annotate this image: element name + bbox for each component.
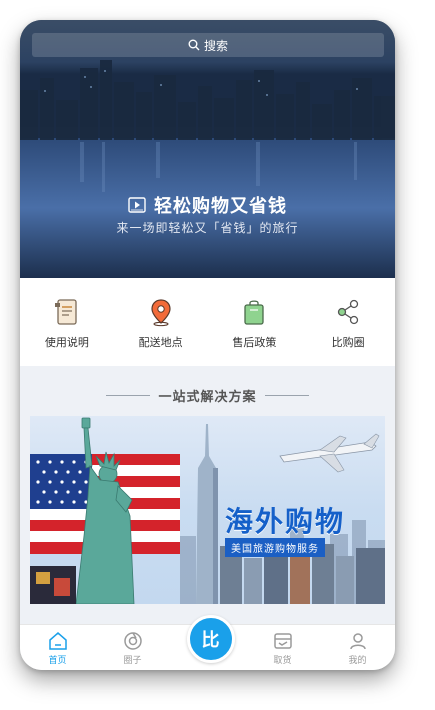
tab-label: 取货 xyxy=(273,656,292,666)
tab-label: 我的 xyxy=(348,656,367,666)
divider-line xyxy=(264,395,309,396)
tab-pickup[interactable]: 取货 xyxy=(253,625,313,666)
banner-title: 海外购物 xyxy=(225,505,346,538)
home-icon xyxy=(48,632,67,650)
document-icon xyxy=(54,299,77,325)
banner-subtitle: 美国旅游购物服务 xyxy=(225,538,325,557)
quick-nav-label: 使用说明 xyxy=(44,336,89,349)
bottom-tab-bar: 首页 圈子 比 取货 我的 xyxy=(20,615,395,670)
section-title: 一站式解决方案 xyxy=(20,386,395,405)
tab-profile[interactable]: 我的 xyxy=(328,625,388,666)
hero-subtitle: 来一场即轻松又「省钱」的旅行 xyxy=(116,221,299,235)
shopping-bag-icon xyxy=(244,300,265,325)
center-logo-icon: 比 xyxy=(201,630,220,651)
overseas-shopping-banner[interactable]: 海外购物 美国旅游购物服务 xyxy=(30,416,385,604)
solutions-section: 一站式解决方案 海外购物 美国旅游购物服务 xyxy=(20,366,395,624)
tab-home[interactable]: 首页 xyxy=(28,625,88,666)
quick-nav-label: 配送地点 xyxy=(138,336,183,349)
divider-line xyxy=(106,395,151,396)
tab-label: 首页 xyxy=(48,656,67,666)
pickup-icon xyxy=(273,633,292,649)
quick-nav-label: 比购圈 xyxy=(331,336,365,349)
hero-banner[interactable]: 搜索 轻松购物又省钱 来一场即轻松又「省钱」的旅行 xyxy=(20,20,395,278)
search-icon xyxy=(188,39,200,51)
city-skyline-image xyxy=(20,20,395,278)
quick-nav-item-delivery[interactable]: 配送地点 xyxy=(116,278,206,350)
hero-title-text: 轻松购物又省钱 xyxy=(154,196,287,217)
quick-nav-item-instructions[interactable]: 使用说明 xyxy=(22,278,112,350)
video-icon[interactable] xyxy=(128,197,146,213)
tab-circle[interactable]: 圈子 xyxy=(103,625,163,666)
search-bar[interactable]: 搜索 xyxy=(32,33,384,57)
circle-icon xyxy=(123,632,142,650)
tab-label: 圈子 xyxy=(123,656,142,666)
profile-icon xyxy=(349,633,366,650)
location-pin-icon xyxy=(151,299,171,327)
section-title-text: 一站式解决方案 xyxy=(158,390,257,405)
quick-nav-item-after-sales[interactable]: 售后政策 xyxy=(209,278,299,350)
hero-title: 轻松购物又省钱 xyxy=(20,192,395,218)
search-label: 搜索 xyxy=(203,38,228,53)
quick-nav-label: 售后政策 xyxy=(232,336,277,349)
share-icon xyxy=(337,299,359,325)
phone-frame: 搜索 轻松购物又省钱 来一场即轻松又「省钱」的旅行 使用说明 配送地点 售后政策… xyxy=(20,20,395,670)
quick-nav-item-circle[interactable]: 比购圈 xyxy=(303,278,393,350)
center-logo-button[interactable]: 比 xyxy=(186,615,235,663)
quick-nav: 使用说明 配送地点 售后政策 比购圈 xyxy=(20,278,395,366)
